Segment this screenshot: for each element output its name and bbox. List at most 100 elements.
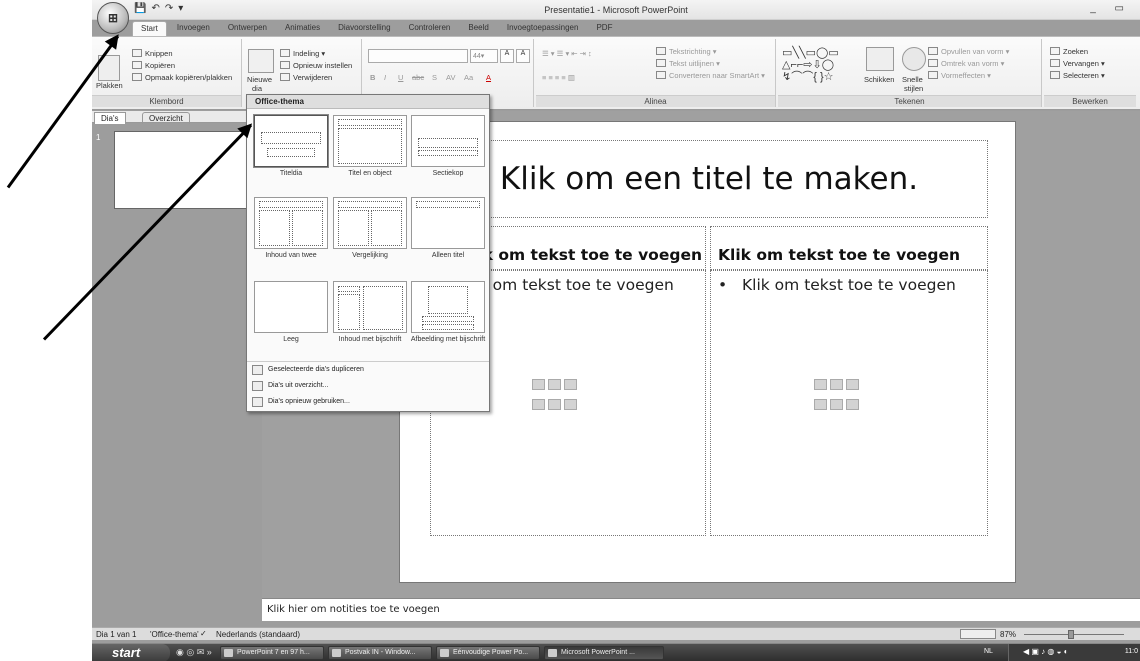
new-slide-icon[interactable] <box>248 49 274 73</box>
layout-titeldia[interactable] <box>254 115 328 167</box>
window-controls[interactable]: _ ▭ <box>1090 3 1132 14</box>
quick-styles-button[interactable]: Snelle <box>902 75 923 84</box>
clipart-icon[interactable] <box>830 399 843 410</box>
language-indicator[interactable]: NL <box>984 648 993 655</box>
arrange-button[interactable]: Schikken <box>864 75 894 84</box>
text-direction-icon <box>656 47 666 55</box>
tray-icons[interactable]: ◀ ▣ ♪ ◍ ◒ ◐ <box>1023 647 1068 656</box>
picture-icon[interactable] <box>814 399 827 410</box>
group-editing: Zoeken Vervangen ▾ Selecteren ▾ Bewerken <box>1044 39 1136 107</box>
paste-button[interactable]: Plakken <box>96 81 123 90</box>
task-eenvoudige-power[interactable]: Eénvoudige Power Po... <box>436 646 540 660</box>
tab-pdf[interactable]: PDF <box>588 21 620 36</box>
reuse-slides-command[interactable]: Dia's opnieuw gebruiken... <box>247 396 489 410</box>
zoom-slider[interactable] <box>1024 634 1124 635</box>
shadow-button[interactable]: S <box>432 73 437 82</box>
chart-icon[interactable] <box>548 379 561 390</box>
smartart-button[interactable]: Converteren naar SmartArt ▾ <box>656 71 765 80</box>
quick-launch-icons[interactable]: ◉ ◎ ✉ » <box>176 647 212 658</box>
tab-slides[interactable]: Dia's <box>94 112 126 124</box>
copy-button[interactable]: Kopiëren <box>132 61 175 70</box>
task-microsoft-powerpoint[interactable]: Microsoft PowerPoint ... <box>544 646 664 660</box>
spellcheck-icon[interactable]: ✓ <box>200 629 207 638</box>
media-icon[interactable] <box>846 399 859 410</box>
task-powerpoint-7[interactable]: PowerPoint 7 en 97 h... <box>220 646 324 660</box>
chart-icon[interactable] <box>830 379 843 390</box>
tab-animaties[interactable]: Animaties <box>277 21 328 36</box>
shape-outline-button[interactable]: Omtrek van vorm ▾ <box>928 59 1004 68</box>
find-button[interactable]: Zoeken <box>1050 47 1088 56</box>
layout-vergelijking[interactable] <box>333 197 407 249</box>
smartart-icon[interactable] <box>846 379 859 390</box>
tab-outline[interactable]: Overzicht <box>142 112 190 124</box>
layout-titel-en-object[interactable] <box>333 115 407 167</box>
layout-alleen-titel[interactable] <box>411 197 485 249</box>
slides-from-outline-command[interactable]: Dia's uit overzicht... <box>247 380 489 394</box>
picture-icon[interactable] <box>532 399 545 410</box>
new-slide-button[interactable]: Nieuwe <box>247 75 272 84</box>
align-text-button[interactable]: Tekst uitlijnen ▾ <box>656 59 720 68</box>
layout-title-box <box>338 286 360 292</box>
clipart-icon[interactable] <box>548 399 561 410</box>
tab-controleren[interactable]: Controleren <box>401 21 459 36</box>
zoom-level[interactable]: 87% <box>1000 630 1016 639</box>
format-painter-button[interactable]: Opmaak kopiëren/plakken <box>132 73 232 82</box>
zoom-slider-thumb[interactable] <box>1068 630 1074 639</box>
strikethrough-button[interactable]: abc <box>412 73 424 82</box>
media-icon[interactable] <box>564 399 577 410</box>
duplicate-icon <box>252 365 263 375</box>
notes-pane[interactable]: Klik hier om notities toe te voegen <box>262 598 1140 621</box>
layout-afbeelding-met-bijschrift[interactable] <box>411 281 485 333</box>
align-buttons[interactable]: ≡ ≡ ≡ ≡ ▥ <box>542 73 575 82</box>
arrange-icon[interactable] <box>866 47 894 71</box>
replace-button[interactable]: Vervangen ▾ <box>1050 59 1105 68</box>
quick-styles-icon[interactable] <box>902 47 926 71</box>
bullets-button[interactable]: ☰ ▾ ☰ ▾ ⇤ ⇥ ↕ <box>542 49 592 58</box>
select-button[interactable]: Selecteren ▾ <box>1050 71 1105 80</box>
cut-label: Knippen <box>145 49 173 58</box>
font-size-combo[interactable]: 44▾ <box>470 49 498 63</box>
grow-font-button[interactable]: A <box>500 49 514 63</box>
font-name-combo[interactable] <box>368 49 468 63</box>
change-case-button[interactable]: Aa <box>464 73 473 82</box>
view-buttons[interactable] <box>960 629 996 639</box>
cut-button[interactable]: Knippen <box>132 49 173 58</box>
reset-button[interactable]: Opnieuw instellen <box>280 61 352 70</box>
layout-inhoud-van-twee[interactable] <box>254 197 328 249</box>
duplicate-slides-command[interactable]: Geselecteerde dia's dupliceren <box>247 364 489 378</box>
tab-start[interactable]: Start <box>132 21 167 36</box>
shrink-font-button[interactable]: A <box>516 49 530 63</box>
insert-content-icons-right[interactable] <box>812 377 860 417</box>
windows-taskbar: start ◉ ◎ ✉ » PowerPoint 7 en 97 h... Po… <box>92 643 1140 661</box>
layout-leeg[interactable] <box>254 281 328 333</box>
smartart-icon[interactable] <box>564 379 577 390</box>
layout-inhoud-met-bijschrift[interactable] <box>333 281 407 333</box>
shape-effects-button[interactable]: Vormeffecten ▾ <box>928 71 991 80</box>
tab-invoegtoepassingen[interactable]: Invoegtoepassingen <box>499 21 587 36</box>
table-icon[interactable] <box>814 379 827 390</box>
task-postvak-in[interactable]: Postvak IN - Window... <box>328 646 432 660</box>
tab-diavoorstelling[interactable]: Diavoorstelling <box>330 21 398 36</box>
delete-slide-button[interactable]: Verwijderen <box>280 73 332 82</box>
table-icon[interactable] <box>532 379 545 390</box>
insert-content-icons-left[interactable] <box>530 377 578 417</box>
slide-canvas: Klik om een titel te maken. Klik om teks… <box>399 121 1016 583</box>
shape-fill-button[interactable]: Opvullen van vorm ▾ <box>928 47 1009 56</box>
underline-button[interactable]: U <box>398 73 403 82</box>
fill-label: Opvullen van vorm <box>941 47 1004 56</box>
char-spacing-button[interactable]: AV <box>446 73 455 82</box>
font-color-button[interactable]: A <box>486 73 491 82</box>
title-placeholder[interactable]: Klik om een titel te maken. <box>430 140 988 218</box>
layout-button[interactable]: Indeling ▾ <box>280 49 325 58</box>
shapes-gallery[interactable]: ▭╲╲▭◯▭ △⌐⌐⇨⇩◯ ↯⌒⌒{ }☆ <box>782 47 839 83</box>
tab-ontwerpen[interactable]: Ontwerpen <box>220 21 275 36</box>
layout-title-box <box>338 201 402 208</box>
tab-invoegen[interactable]: Invoegen <box>169 21 218 36</box>
bold-button[interactable]: B <box>370 73 375 82</box>
italic-button[interactable]: I <box>384 73 386 82</box>
tab-beeld[interactable]: Beeld <box>460 21 496 36</box>
status-language[interactable]: Nederlands (standaard) <box>216 630 300 639</box>
start-button[interactable]: start <box>92 644 170 661</box>
layout-sectiekop[interactable] <box>411 115 485 167</box>
text-direction-button[interactable]: Tekstrichting ▾ <box>656 47 717 56</box>
